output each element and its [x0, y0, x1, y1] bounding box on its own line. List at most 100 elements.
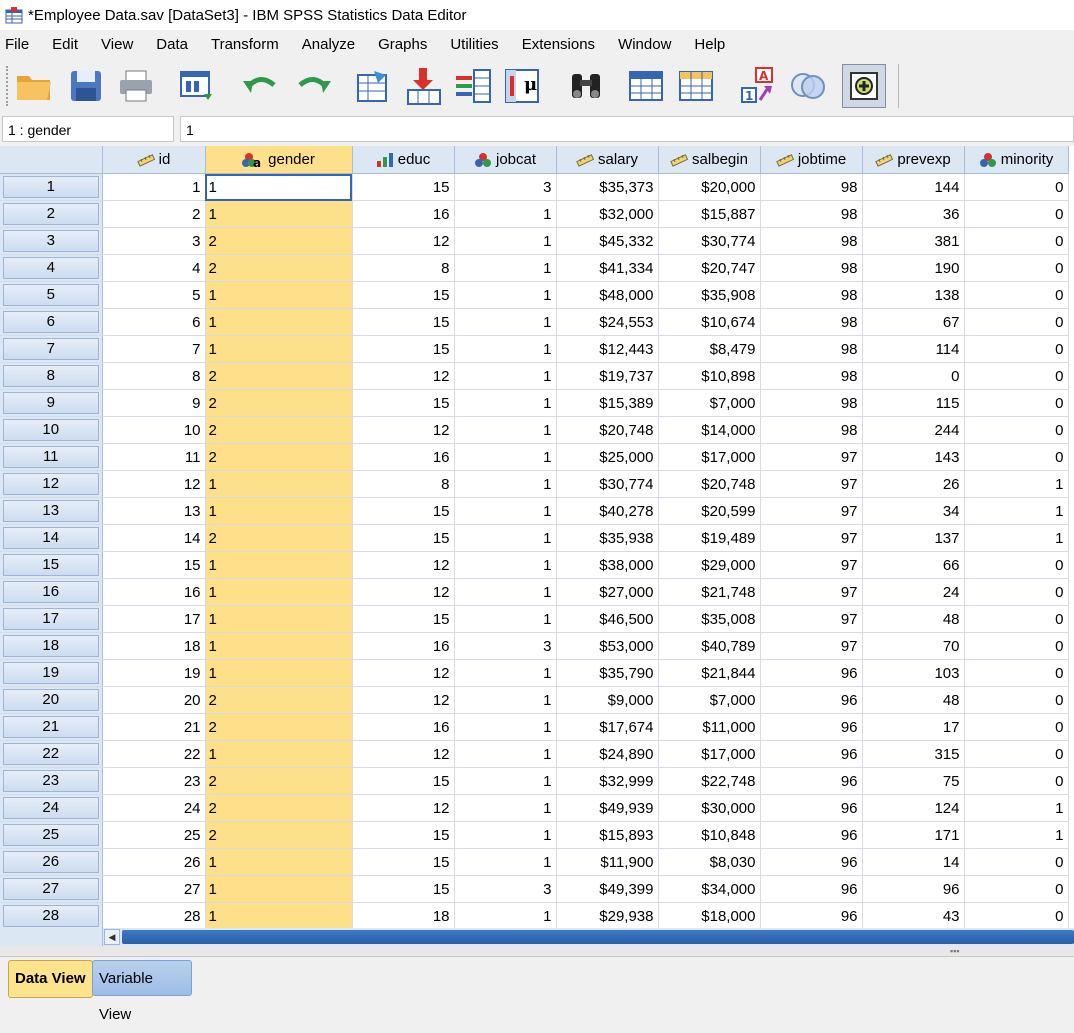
row-header[interactable]: 13: [0, 497, 103, 525]
cell-minority[interactable]: 1: [964, 794, 1069, 822]
cell-prevexp[interactable]: 171: [862, 821, 965, 849]
cell-gender[interactable]: 2: [205, 524, 353, 552]
cell-jobtime[interactable]: 98: [760, 416, 863, 444]
cell-id[interactable]: 17: [102, 605, 206, 633]
cell-id[interactable]: 22: [102, 740, 206, 768]
cell-jobtime[interactable]: 96: [760, 821, 863, 849]
column-header-salbegin[interactable]: salbegin: [658, 146, 761, 174]
row-header[interactable]: 16: [0, 578, 103, 606]
cell-salbegin[interactable]: $20,000: [658, 173, 761, 201]
cell-educ[interactable]: 8: [352, 470, 455, 498]
cell-prevexp[interactable]: 48: [862, 605, 965, 633]
menu-extensions[interactable]: Extensions: [517, 36, 600, 53]
cell-educ[interactable]: 15: [352, 875, 455, 903]
tab-variable-view[interactable]: Variable View: [92, 960, 192, 1023]
cell-prevexp[interactable]: 381: [862, 227, 965, 255]
cell-salary[interactable]: $53,000: [556, 632, 659, 660]
cell-gender[interactable]: 1: [205, 335, 353, 363]
cell-id[interactable]: 18: [102, 632, 206, 660]
cell-educ[interactable]: 15: [352, 497, 455, 525]
row-header[interactable]: 12: [0, 470, 103, 498]
row-header[interactable]: 28: [0, 902, 103, 928]
row-header[interactable]: 21: [0, 713, 103, 741]
cell-salbegin[interactable]: $8,030: [658, 848, 761, 876]
cell-jobtime[interactable]: 96: [760, 794, 863, 822]
cell-minority[interactable]: 0: [964, 173, 1069, 201]
cell-minority[interactable]: 0: [964, 578, 1069, 606]
cell-jobtime[interactable]: 96: [760, 767, 863, 795]
cell-salary[interactable]: $30,774: [556, 470, 659, 498]
menu-analyze[interactable]: Analyze: [297, 36, 360, 53]
menu-file[interactable]: File: [0, 36, 34, 53]
cell-jobcat[interactable]: 3: [454, 875, 557, 903]
column-header-gender[interactable]: a gender: [205, 146, 353, 174]
cell-minority[interactable]: 0: [964, 335, 1069, 363]
cell-salbegin[interactable]: $19,489: [658, 524, 761, 552]
goto-variable-icon[interactable]: [402, 64, 446, 108]
cell-salbegin[interactable]: $7,000: [658, 389, 761, 417]
cell-id[interactable]: 16: [102, 578, 206, 606]
goto-case-icon[interactable]: [352, 64, 396, 108]
cell-salary[interactable]: $32,999: [556, 767, 659, 795]
cell-educ[interactable]: 15: [352, 389, 455, 417]
cell-salary[interactable]: $25,000: [556, 443, 659, 471]
cell-educ[interactable]: 15: [352, 524, 455, 552]
cell-jobcat[interactable]: 1: [454, 389, 557, 417]
row-header[interactable]: 3: [0, 227, 103, 255]
cell-minority[interactable]: 0: [964, 551, 1069, 579]
cell-jobtime[interactable]: 97: [760, 497, 863, 525]
cell-minority[interactable]: 1: [964, 821, 1069, 849]
cell-minority[interactable]: 0: [964, 308, 1069, 336]
cell-jobcat[interactable]: 1: [454, 767, 557, 795]
cell-jobtime[interactable]: 96: [760, 848, 863, 876]
cell-jobcat[interactable]: 1: [454, 254, 557, 282]
cell-salbegin[interactable]: $34,000: [658, 875, 761, 903]
column-header-educ[interactable]: educ: [352, 146, 455, 174]
cell-educ[interactable]: 12: [352, 740, 455, 768]
cell-educ[interactable]: 15: [352, 821, 455, 849]
row-header[interactable]: 23: [0, 767, 103, 795]
column-header-jobcat[interactable]: jobcat: [454, 146, 557, 174]
cell-salary[interactable]: $27,000: [556, 578, 659, 606]
cell-salbegin[interactable]: $7,000: [658, 686, 761, 714]
cell-minority[interactable]: 0: [964, 281, 1069, 309]
insert-cases-icon[interactable]: [624, 64, 668, 108]
cell-jobcat[interactable]: 1: [454, 281, 557, 309]
cell-id[interactable]: 21: [102, 713, 206, 741]
cell-jobtime[interactable]: 97: [760, 605, 863, 633]
cell-id[interactable]: 26: [102, 848, 206, 876]
cell-salary[interactable]: $48,000: [556, 281, 659, 309]
cell-id[interactable]: 14: [102, 524, 206, 552]
cell-jobcat[interactable]: 1: [454, 713, 557, 741]
column-header-minority[interactable]: minority: [964, 146, 1069, 174]
cell-salbegin[interactable]: $17,000: [658, 443, 761, 471]
cell-id[interactable]: 27: [102, 875, 206, 903]
cell-prevexp[interactable]: 36: [862, 200, 965, 228]
cell-prevexp[interactable]: 43: [862, 902, 965, 928]
cell-id[interactable]: 3: [102, 227, 206, 255]
cell-prevexp[interactable]: 14: [862, 848, 965, 876]
cell-jobcat[interactable]: 1: [454, 200, 557, 228]
row-header[interactable]: 7: [0, 335, 103, 363]
cell-jobtime[interactable]: 98: [760, 227, 863, 255]
cell-salary[interactable]: $45,332: [556, 227, 659, 255]
cell-salary[interactable]: $35,373: [556, 173, 659, 201]
cell-gender[interactable]: 1: [205, 470, 353, 498]
cell-educ[interactable]: 15: [352, 173, 455, 201]
cell-educ[interactable]: 16: [352, 200, 455, 228]
row-header[interactable]: 10: [0, 416, 103, 444]
row-header[interactable]: 14: [0, 524, 103, 552]
cell-id[interactable]: 20: [102, 686, 206, 714]
cell-gender[interactable]: 2: [205, 767, 353, 795]
cell-prevexp[interactable]: 144: [862, 173, 965, 201]
cell-minority[interactable]: 1: [964, 497, 1069, 525]
row-header[interactable]: 4: [0, 254, 103, 282]
row-header[interactable]: 26: [0, 848, 103, 876]
cell-educ[interactable]: 16: [352, 443, 455, 471]
cell-jobcat[interactable]: 1: [454, 902, 557, 928]
cell-salary[interactable]: $32,000: [556, 200, 659, 228]
cell-salary[interactable]: $40,278: [556, 497, 659, 525]
run-descriptives-icon[interactable]: μ: [500, 64, 544, 108]
cell-salbegin[interactable]: $11,000: [658, 713, 761, 741]
cell-minority[interactable]: 0: [964, 740, 1069, 768]
